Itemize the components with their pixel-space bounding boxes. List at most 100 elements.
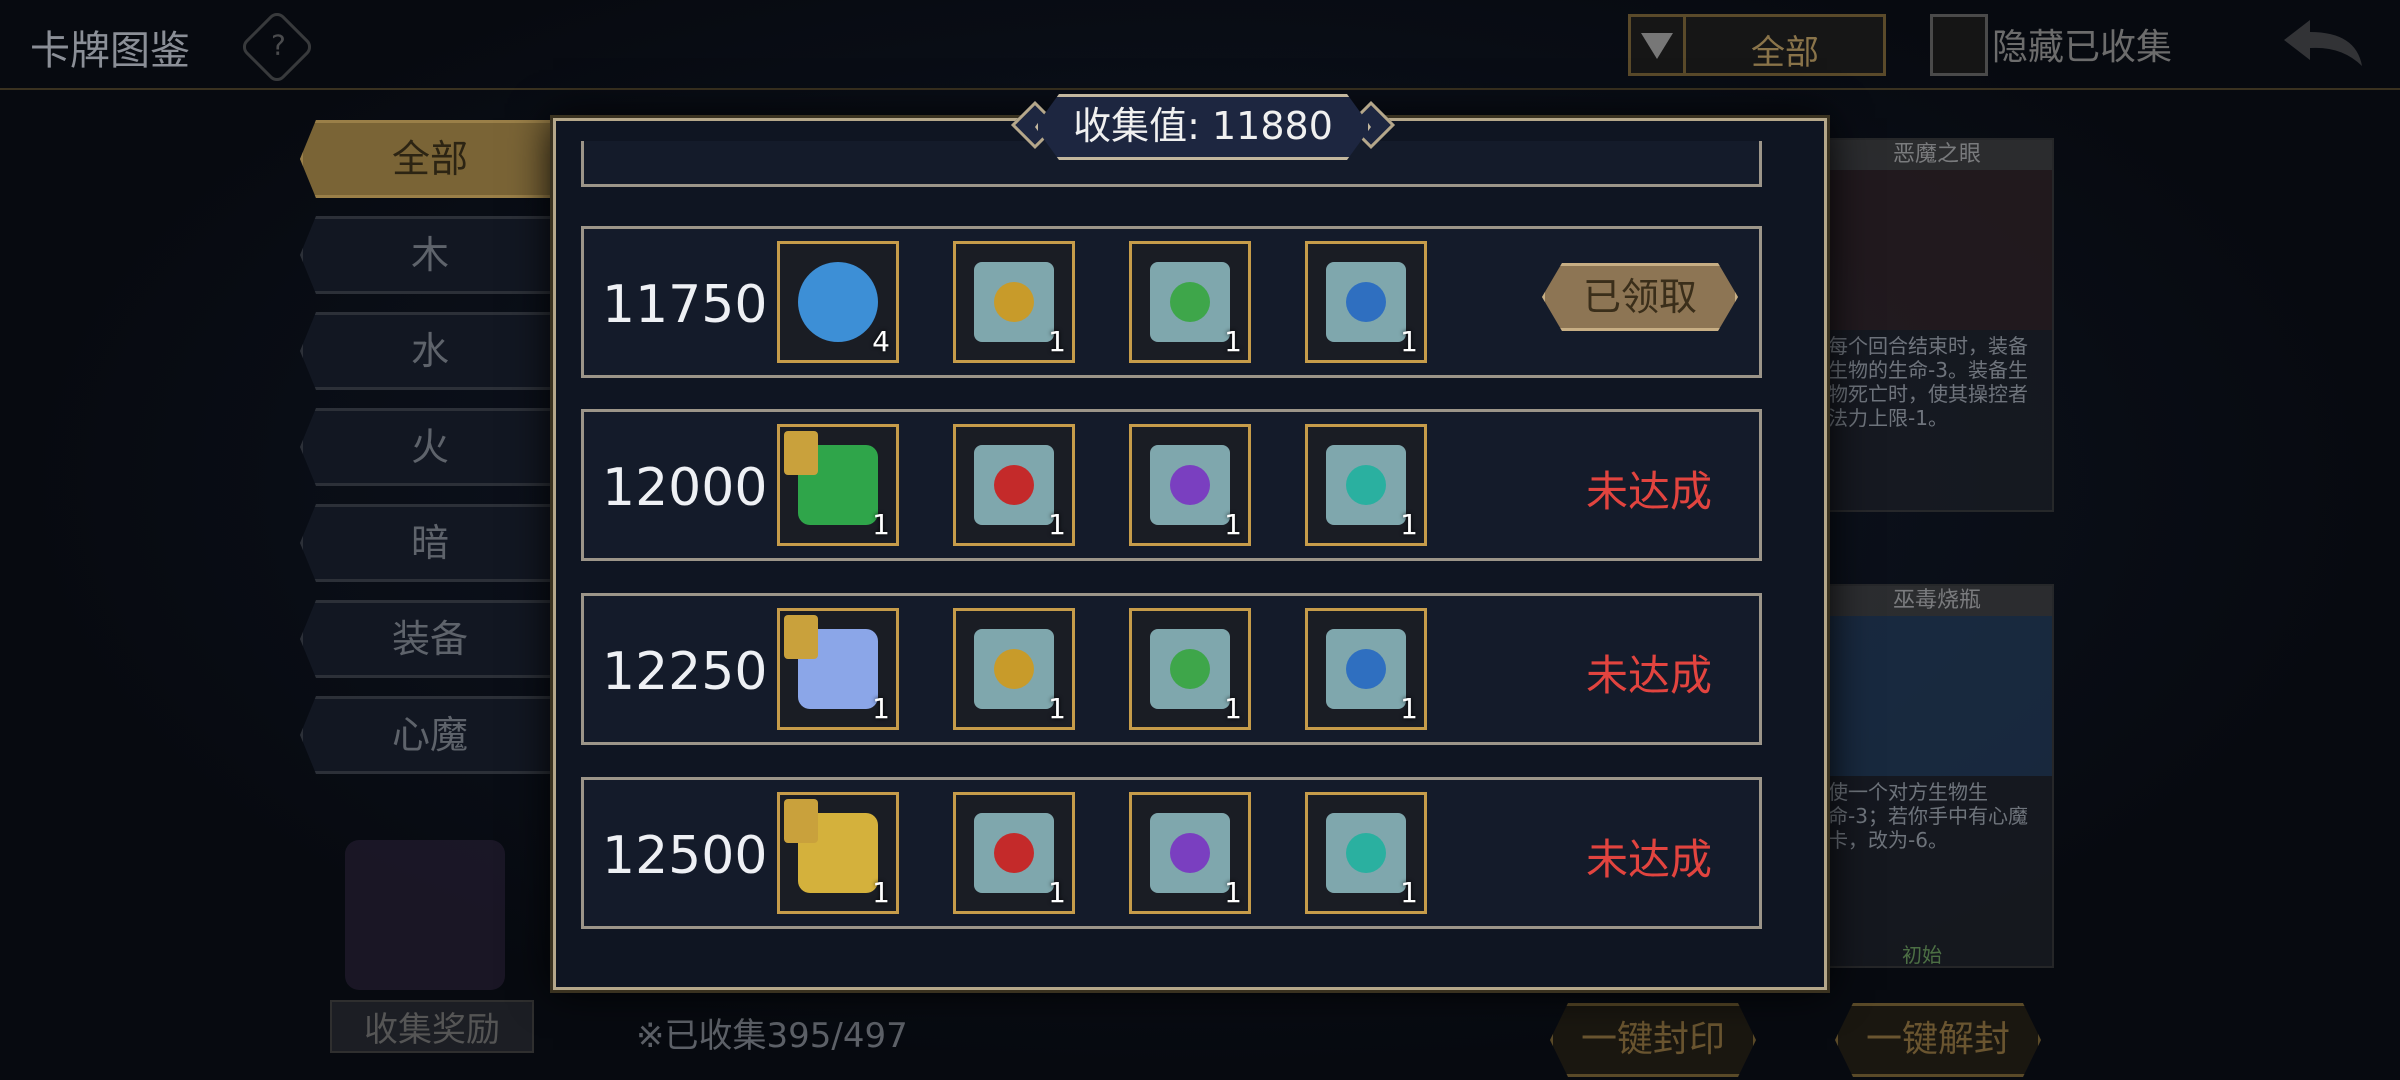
tab-5[interactable]: 装备	[300, 600, 560, 678]
scroll-wind-icon	[1326, 445, 1406, 525]
reward-slot[interactable]: 1	[777, 608, 899, 730]
scroll-seal	[1170, 282, 1210, 322]
scroll-light-icon	[974, 262, 1054, 342]
reward-slot[interactable]: 1	[953, 608, 1075, 730]
reward-slot[interactable]: 1	[777, 792, 899, 914]
card-art	[1822, 170, 2052, 330]
reward-quantity: 1	[1048, 325, 1066, 358]
reward-slot[interactable]: 1	[777, 424, 899, 546]
tab-0[interactable]: 全部	[300, 120, 560, 198]
reward-quantity: 1	[1048, 876, 1066, 909]
card-type-icon	[784, 615, 818, 659]
unmet-status: 未达成	[1585, 651, 1712, 700]
reward-row: 12000 1 1 1 1 未达成	[581, 409, 1762, 561]
threshold-value: 12250	[602, 642, 768, 702]
claimed-button[interactable]: 已领取	[1542, 263, 1738, 331]
collected-count: ※已收集395/497	[636, 1016, 908, 1056]
chevron-down-icon[interactable]	[1631, 17, 1686, 73]
reward-quantity: 1	[1224, 508, 1242, 541]
scroll-seal	[1346, 649, 1386, 689]
reward-slot[interactable]: 1	[1129, 608, 1251, 730]
threshold-value: 12500	[602, 826, 768, 886]
scroll-seal	[1170, 833, 1210, 873]
page-title: 卡牌图鉴	[30, 28, 190, 74]
top-bar: 卡牌图鉴 ? 全部 隐藏已收集	[0, 0, 2400, 90]
reward-slot[interactable]: 1	[1129, 792, 1251, 914]
reward-quantity: 1	[1048, 508, 1066, 541]
reward-quantity: 1	[872, 692, 890, 725]
category-tabs: 全部木水火暗装备心魔	[300, 120, 560, 792]
help-icon[interactable]: ?	[238, 8, 316, 86]
scroll-dark-icon	[1150, 813, 1230, 893]
scroll-seal	[1170, 649, 1210, 689]
card-description: 使一个对方生物生命-3；若你手中有心魔卡，改为-6。	[1828, 780, 2028, 852]
reward-slot[interactable]: 1	[953, 792, 1075, 914]
scroll-fire-icon	[974, 813, 1054, 893]
scroll-seal	[1346, 833, 1386, 873]
reward-row: 11750 4 1 1 1 已领取	[581, 226, 1762, 378]
reward-quantity: 1	[872, 876, 890, 909]
filter-dropdown[interactable]: 全部	[1628, 14, 1886, 76]
reward-list[interactable]: 11750 4 1 1 1 已领取 12000 1 1 1 1 未达成 12250 1 1 1 1 未达成 1250…	[576, 141, 1804, 967]
tab-4[interactable]: 暗	[300, 504, 560, 582]
reward-slot[interactable]: 1	[1129, 424, 1251, 546]
reward-quantity: 1	[1400, 508, 1418, 541]
card-type-icon	[784, 431, 818, 475]
reward-quantity: 1	[1048, 692, 1066, 725]
back-arrow-icon[interactable]	[2280, 12, 2370, 72]
card-art	[1822, 616, 2052, 776]
scroll-wood-icon	[1150, 629, 1230, 709]
reward-quantity: 1	[1224, 325, 1242, 358]
reward-row: 12500 1 1 1 1 未达成	[581, 777, 1762, 929]
tab-2[interactable]: 水	[300, 312, 560, 390]
reward-slot[interactable]: 4	[777, 241, 899, 363]
tab-3[interactable]: 火	[300, 408, 560, 486]
scroll-wind-icon	[1326, 813, 1406, 893]
tab-1[interactable]: 木	[300, 216, 560, 294]
reward-quantity: 1	[1400, 876, 1418, 909]
reward-slot[interactable]: 1	[953, 241, 1075, 363]
scroll-water-icon	[1326, 262, 1406, 342]
reward-slot[interactable]: 1	[953, 424, 1075, 546]
reward-quantity: 1	[1400, 692, 1418, 725]
reward-quantity: 4	[872, 325, 890, 358]
card-tag: 初始	[1902, 943, 1942, 967]
scroll-seal	[1346, 465, 1386, 505]
scroll-water-icon	[1326, 629, 1406, 709]
scroll-light-icon	[974, 629, 1054, 709]
scroll-seal	[1346, 282, 1386, 322]
reward-quantity: 1	[872, 508, 890, 541]
collect-reward-button[interactable]: 收集奖励	[330, 1000, 534, 1053]
unmet-status: 未达成	[1585, 467, 1712, 516]
reward-slot[interactable]: 1	[1305, 241, 1427, 363]
card-name: 恶魔之眼	[1822, 140, 2052, 170]
reward-slot[interactable]: 1	[1305, 792, 1427, 914]
scroll-fire-icon	[974, 445, 1054, 525]
reward-quantity: 1	[1400, 325, 1418, 358]
reward-slot[interactable]: 1	[1305, 424, 1427, 546]
scroll-wood-icon	[1150, 262, 1230, 342]
card-description: 每个回合结束时，装备生物的生命-3。装备生物死亡时，使其操控者法力上限-1。	[1828, 334, 2028, 430]
card-item[interactable]: 巫毒烧瓶 使一个对方生物生命-3；若你手中有心魔卡，改为-6。 初始	[1820, 584, 2054, 968]
threshold-value: 11750	[602, 275, 768, 335]
hide-collected-checkbox[interactable]	[1930, 14, 1988, 76]
tab-6[interactable]: 心魔	[300, 696, 560, 774]
collection-reward-modal: 11750 4 1 1 1 已领取 12000 1 1 1 1 未达成 12250 1 1 1 1 未达成 1250…	[553, 118, 1827, 990]
treasure-chest-icon[interactable]	[345, 840, 505, 990]
scroll-seal	[994, 649, 1034, 689]
scroll-seal	[994, 465, 1034, 505]
reward-slot[interactable]: 1	[1129, 241, 1251, 363]
scroll-dark-icon	[1150, 445, 1230, 525]
threshold-value: 12000	[602, 458, 768, 518]
reward-row: 12250 1 1 1 1 未达成	[581, 593, 1762, 745]
reward-slot[interactable]: 1	[1305, 608, 1427, 730]
reward-quantity: 1	[1224, 876, 1242, 909]
blue-crystal-icon	[798, 262, 878, 342]
hide-collected-label: 隐藏已收集	[1992, 27, 2173, 68]
unseal-all-button[interactable]: 一键解封	[1835, 1003, 2041, 1077]
card-type-icon	[784, 799, 818, 843]
filter-selected-label: 全部	[1751, 33, 1819, 73]
scroll-seal	[994, 282, 1034, 322]
seal-all-button[interactable]: 一键封印	[1550, 1003, 1756, 1077]
card-item[interactable]: 恶魔之眼 每个回合结束时，装备生物的生命-3。装备生物死亡时，使其操控者法力上限…	[1820, 138, 2054, 512]
